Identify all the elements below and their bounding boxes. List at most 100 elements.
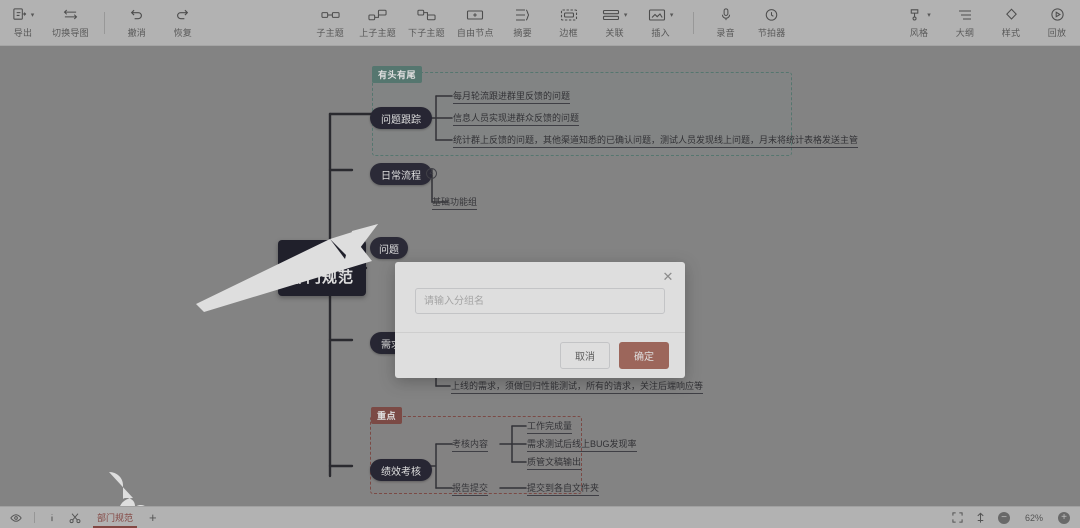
branch-node-daily-process[interactable]: 日常流程 [370, 163, 432, 185]
confirm-button[interactable]: 确定 [619, 342, 669, 369]
file-export-icon [12, 5, 27, 24]
toolbar-insert-button[interactable]: ▾ 插入 [638, 0, 684, 45]
branch-node-issue-hidden[interactable]: 问题 [370, 237, 408, 259]
eye-icon[interactable] [10, 512, 22, 524]
branch-label-performance-review: 绩效考核 [381, 466, 421, 478]
toolbar-divider-1 [103, 11, 105, 34]
info-icon[interactable] [47, 512, 57, 524]
branch-label-daily-process: 日常流程 [381, 170, 421, 182]
status-bar: 部门规范 + − 62% + [0, 506, 1080, 528]
chevron-down-icon: ▾ [669, 11, 674, 19]
cancel-button[interactable]: 取消 [560, 342, 610, 369]
close-icon[interactable]: ✕ [661, 270, 675, 284]
leaf-daily-process-0[interactable]: 基础功能组 [432, 195, 478, 210]
toolbar-group-file: ▾ 导出 切换导图 [0, 0, 95, 45]
microphone-icon [719, 5, 733, 24]
toolbar-divider-2 [692, 11, 694, 34]
group-label-考核内容[interactable]: 考核内容 [452, 437, 489, 452]
format-icon [1004, 5, 1019, 24]
toolbar-record-label: 录音 [716, 28, 735, 38]
leaf-issue-tracking-2[interactable]: 统计群上反馈的问题，其他渠道知悉的已确认问题，测试人员发现线上问题，月末将统计表… [453, 133, 859, 148]
toolbar-format-button[interactable]: 样式 [988, 0, 1034, 45]
group-name-input[interactable] [415, 288, 665, 314]
toolbar-playback-button[interactable]: 回放 [1034, 0, 1080, 45]
toolbar-outline-label: 大纲 [955, 28, 975, 38]
toolbar-outline-button[interactable]: 大纲 [942, 0, 988, 45]
tag-有头有尾[interactable]: 有头有尾 [372, 66, 423, 83]
toolbar-redo-button[interactable]: 恢复 [160, 0, 206, 45]
leaf-issue-tracking-1[interactable]: 信息人员实现进群众反馈的问题 [453, 111, 580, 126]
toolbar-switch-map-button[interactable]: 切换导图 [46, 0, 95, 45]
branch-node-performance-review[interactable]: 绩效考核 [370, 459, 432, 481]
toolbar-free-node-label: 自由节点 [456, 28, 494, 38]
toolbar-subtopic-button[interactable]: 子主题 [307, 0, 353, 45]
toolbar-group-nodes: 子主题 上子主题 下子主题 自由节点 摘要 边框 ▾ 关联 ▾ 插入 [307, 0, 683, 45]
leaf-考核内容-0[interactable]: 工作完成量 [527, 419, 573, 434]
toolbar-style-button[interactable]: ▾ 风格 [896, 0, 942, 45]
toolbar-export-button[interactable]: ▾ 导出 [0, 0, 46, 45]
group-name-dialog: ✕ 取消 确定 [395, 262, 685, 378]
insert-icon [648, 5, 666, 24]
leaf-考核内容-1[interactable]: 需求测试后线上BUG发现率 [527, 437, 637, 452]
branch-label-issue-hidden: 问题 [379, 244, 399, 256]
toolbar-relation-button[interactable]: ▾ 关联 [592, 0, 638, 45]
leaf-requirement-release-4[interactable]: 上线的需求，须做回归性能测试，所有的请求，关注后端响应等 [451, 379, 704, 394]
toolbar-redo-label: 恢复 [173, 28, 193, 38]
toolbar-summary-button[interactable]: 摘要 [500, 0, 546, 45]
playback-icon [1050, 5, 1065, 24]
toolbar-summary-label: 摘要 [513, 28, 532, 38]
center-icon[interactable] [975, 512, 986, 524]
toolbar-down-subtopic-button[interactable]: 下子主题 [402, 0, 451, 45]
status-divider-1 [34, 512, 35, 523]
chevron-down-icon: ▾ [30, 11, 35, 19]
dialog-body: ✕ [395, 262, 685, 332]
toolbar-timer-button[interactable]: 节拍器 [749, 0, 795, 45]
free-node-icon [466, 5, 484, 24]
zoom-level-label: 62% [1024, 512, 1043, 523]
toolbar-switch-map-label: 切换导图 [52, 28, 89, 38]
toolbar-subtopic-label: 子主题 [316, 28, 344, 38]
zoom-out-button[interactable]: − [998, 511, 1010, 524]
root-node-label: 部门规范 [289, 268, 354, 286]
mindmap-canvas[interactable]: 有头有尾 重点 📕 部门规范 问题跟踪 每月轮流跟进群里反馈的问题 信息人员实现… [0, 46, 1080, 506]
toolbar-style-label: 风格 [909, 28, 929, 38]
book-icon: 📕 [312, 248, 332, 266]
group-label-报告提交[interactable]: 报告提交 [452, 481, 489, 496]
sheet-tab-部门规范[interactable]: 部门规范 [93, 508, 138, 528]
zoom-in-button[interactable]: + [1058, 511, 1070, 524]
toolbar-undo-label: 撤消 [127, 28, 147, 38]
toolbar-record-button[interactable]: 录音 [703, 0, 749, 45]
toolbar-up-subtopic-label: 上子主题 [359, 28, 396, 38]
fit-screen-icon[interactable] [952, 512, 963, 523]
leaf-报告提交-0[interactable]: 提交到各自文件夹 [527, 481, 600, 496]
toolbar-group-media: 录音 节拍器 [703, 0, 795, 45]
chevron-down-icon: ▾ [623, 11, 628, 19]
scissors-icon[interactable] [69, 512, 81, 524]
toolbar-down-subtopic-label: 下子主题 [408, 28, 445, 38]
toolbar-up-subtopic-button[interactable]: 上子主题 [353, 0, 402, 45]
frame-icon [560, 5, 578, 24]
leaf-考核内容-2[interactable]: 质管文稿输出 [527, 455, 582, 470]
up-subtopic-icon [368, 5, 387, 24]
toolbar-undo-button[interactable]: 撤消 [114, 0, 160, 45]
toolbar-group-view: ▾ 风格 大纲 样式 回放 [896, 0, 1080, 45]
branch-badge-daily-process: 4 [426, 168, 437, 179]
toolbar-insert-label: 插入 [651, 28, 670, 38]
tag-重点[interactable]: 重点 [371, 407, 403, 424]
toolbar-export-label: 导出 [13, 28, 33, 38]
toolbar-frame-label: 边框 [559, 28, 578, 38]
add-sheet-button[interactable]: + [149, 511, 157, 524]
main-toolbar: ▾ 导出 切换导图 撤消 恢复 子主题 上子主题 下子主题 自由节点 摘要 边框… [0, 0, 1080, 46]
toolbar-free-node-button[interactable]: 自由节点 [451, 0, 500, 45]
leaf-issue-tracking-0[interactable]: 每月轮流跟进群里反馈的问题 [453, 89, 571, 104]
dialog-footer: 取消 确定 [395, 332, 685, 378]
redo-icon [175, 5, 190, 24]
mindmap-root-node[interactable]: 📕 部门规范 [278, 240, 366, 296]
summary-icon [514, 5, 532, 24]
subtopic-icon [321, 5, 340, 24]
toolbar-frame-button[interactable]: 边框 [546, 0, 592, 45]
undo-icon [129, 5, 144, 24]
branch-node-issue-tracking[interactable]: 问题跟踪 [370, 107, 432, 129]
style-icon [907, 5, 923, 24]
chevron-down-icon: ▾ [927, 11, 931, 19]
